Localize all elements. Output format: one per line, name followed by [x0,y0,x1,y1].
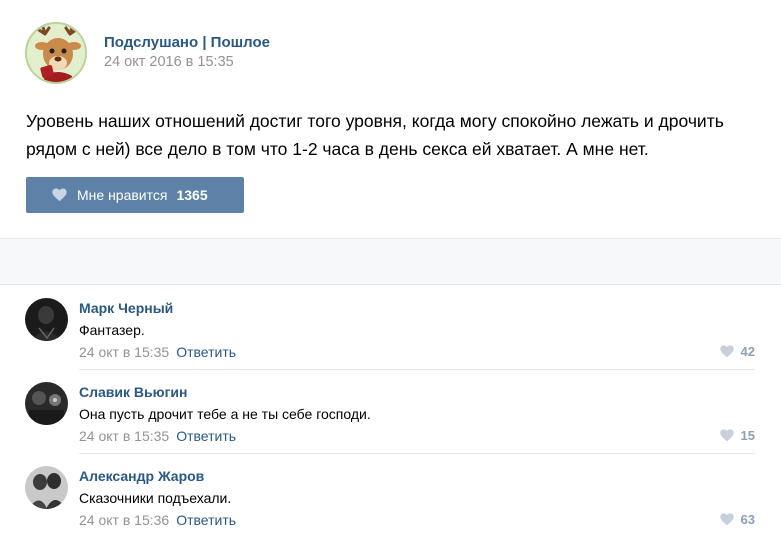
comment: Марк Черный Фантазер. 24 окт в 15:35 Отве… [0,286,781,370]
post-text: Уровень наших отношений достиг того уров… [26,111,724,159]
comment-meta: 24 окт в 15:35 Ответить [79,428,236,444]
comment-text: Фантазер. [79,322,145,338]
heart-icon [52,188,67,202]
post: Подслушано | Пошлое 24 окт 2016 в 15:35 … [0,0,781,238]
comment-time[interactable]: 24 окт в 15:36 [79,512,169,528]
comment-meta: 24 окт в 15:36 Ответить [79,512,236,528]
deer-avatar-icon [27,24,85,82]
comment-meta: 24 окт в 15:35 Ответить [79,344,236,360]
comment-time[interactable]: 24 окт в 15:35 [79,344,169,360]
like-label: Мне нравится [77,187,168,203]
comment-text: Сказочники подъехали. [79,490,232,506]
heart-icon [719,513,734,526]
post-date[interactable]: 24 окт 2016 в 15:35 [104,54,234,70]
comment-author[interactable]: Александр Жаров [79,468,204,484]
comment-text: Она пусть дрочит тебе а не ты себе госпо… [79,406,371,422]
like-button[interactable]: Мне нравится 1365 [26,177,244,213]
heart-icon [719,429,734,442]
reply-link[interactable]: Ответить [176,344,236,360]
avatar[interactable] [25,298,68,341]
comment-like-count: 42 [740,344,755,359]
comment-like-count: 63 [740,512,755,527]
community-avatar[interactable] [25,22,87,84]
comment-author[interactable]: Славик Вьюгин [79,384,187,400]
comment-time[interactable]: 24 окт в 15:35 [79,428,169,444]
comment-like-count: 15 [740,428,755,443]
comment-author[interactable]: Марк Черный [79,300,173,316]
comment-like-button[interactable]: 15 [719,428,755,443]
avatar[interactable] [25,466,68,509]
comment: Славик Вьюгин Она пусть дрочит тебе а не… [0,370,781,454]
reply-link[interactable]: Ответить [176,428,236,444]
like-count: 1365 [176,187,208,203]
reply-link[interactable]: Ответить [176,512,236,528]
comment: Александр Жаров Сказочники подъехали. 24… [0,454,781,534]
comment-like-button[interactable]: 63 [719,512,755,527]
post-author[interactable]: Подслушано | Пошлое [104,34,270,51]
comment-like-button[interactable]: 42 [719,344,755,359]
heart-icon [719,345,734,358]
post-footer-divider [0,238,781,285]
avatar[interactable] [25,382,68,425]
